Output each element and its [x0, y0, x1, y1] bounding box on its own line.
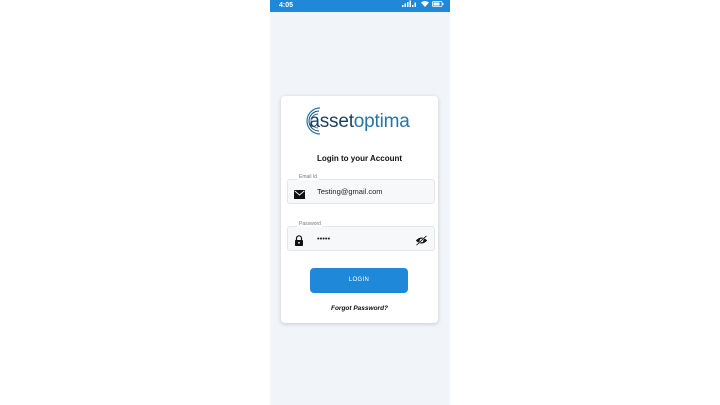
logo-text-asset: asset [309, 111, 354, 132]
forgot-password-link[interactable]: Forgot Password? [281, 305, 438, 312]
email-field[interactable]: Email Id [287, 174, 435, 204]
phone-screen: 4:05 assetoptima Login to your Account E… [270, 0, 450, 405]
eye-off-icon[interactable] [415, 233, 428, 251]
mail-icon [294, 186, 305, 204]
logo-text-optima: optima [353, 111, 410, 132]
email-label: Email Id [297, 174, 320, 180]
login-card: assetoptima Login to your Account Email … [281, 96, 438, 323]
login-button[interactable]: LOGIN [310, 268, 408, 293]
email-input[interactable] [317, 180, 417, 203]
lock-icon [294, 233, 304, 251]
password-field[interactable]: Password ••••• [287, 221, 435, 251]
status-icons [402, 0, 444, 12]
signal-icon [402, 0, 418, 12]
wifi-icon [421, 0, 429, 12]
password-input[interactable]: ••••• [317, 227, 417, 250]
login-title: Login to your Account [316, 154, 403, 163]
assetoptima-logo: assetoptima [281, 105, 438, 137]
battery-icon [432, 0, 444, 12]
status-bar: 4:05 [270, 0, 450, 12]
logo-text: assetoptima [281, 111, 438, 133]
status-time: 4:05 [279, 2, 294, 9]
